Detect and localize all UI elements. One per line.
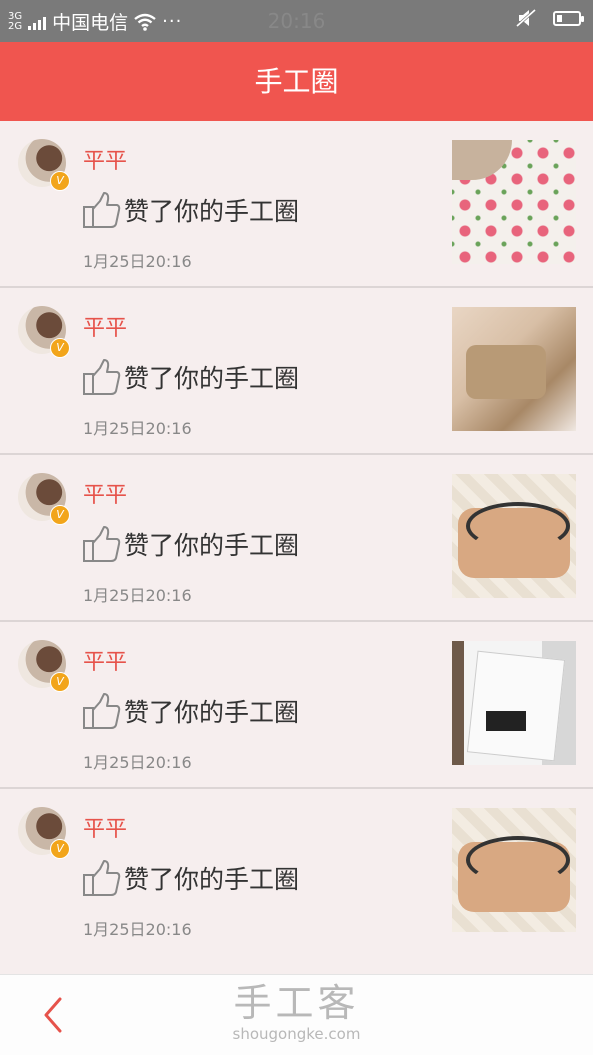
status-bar: 3G 2G 中国电信 ··· 20:16 [0, 0, 593, 42]
notification-list[interactable]: V 平平 赞了你的手工圈 1月25日20:16 V 平平 赞了你的手工圈 1月2… [0, 121, 593, 956]
thumbs-up-icon [83, 860, 121, 896]
action-label: 赞了你的手工圈 [124, 197, 300, 226]
action-text: 赞了你的手工圈 [82, 859, 299, 897]
verified-badge: V [50, 338, 70, 358]
action-label: 赞了你的手工圈 [124, 531, 300, 560]
avatar[interactable]: V [18, 807, 70, 859]
timestamp: 1月25日20:16 [83, 252, 192, 271]
action-text: 赞了你的手工圈 [82, 358, 299, 396]
brand-name-cn: 手工客 [233, 981, 360, 1025]
brand-name-en: shougongke.com [232, 1025, 361, 1043]
username-link[interactable]: 平平 [83, 477, 127, 509]
bow-hairband-photo[interactable] [452, 474, 576, 598]
timestamp: 1月25日20:16 [83, 920, 192, 939]
username-link[interactable]: 平平 [83, 811, 127, 843]
avatar[interactable]: V [18, 640, 70, 692]
action-text: 赞了你的手工圈 [82, 525, 299, 563]
thumbs-up-icon [83, 693, 121, 729]
list-item[interactable]: V 平平 赞了你的手工圈 1月25日20:16 [0, 789, 593, 956]
mute-icon [516, 8, 536, 28]
avatar[interactable]: V [18, 306, 70, 358]
username-link[interactable]: 平平 [83, 644, 127, 676]
thumbs-up-icon [83, 526, 121, 562]
thumbs-up-icon [83, 192, 121, 228]
action-label: 赞了你的手工圈 [124, 698, 300, 727]
action-label: 赞了你的手工圈 [124, 865, 300, 894]
username-link[interactable]: 平平 [83, 310, 127, 342]
action-text: 赞了你的手工圈 [82, 191, 299, 229]
timestamp: 1月25日20:16 [83, 753, 192, 772]
verified-badge: V [50, 171, 70, 191]
bottom-bar: 手工客 shougongke.com [0, 974, 593, 1055]
list-item[interactable]: V 平平 赞了你的手工圈 1月25日20:16 [0, 622, 593, 789]
timestamp: 1月25日20:16 [83, 419, 192, 438]
verified-badge: V [50, 839, 70, 859]
timestamp: 1月25日20:16 [83, 586, 192, 605]
list-item[interactable]: V 平平 赞了你的手工圈 1月25日20:16 [0, 288, 593, 455]
page-title: 手工圈 [0, 42, 593, 121]
bow-hairband-photo[interactable] [452, 808, 576, 932]
thumbs-up-icon [83, 359, 121, 395]
status-time: 20:16 [267, 9, 326, 33]
verified-badge: V [50, 505, 70, 525]
battery-icon [553, 10, 584, 26]
action-label: 赞了你的手工圈 [124, 364, 300, 393]
paris-bag-photo[interactable] [452, 641, 576, 765]
list-item[interactable]: V 平平 赞了你的手工圈 1月25日20:16 [0, 455, 593, 622]
username-link[interactable]: 平平 [83, 143, 127, 175]
avatar[interactable]: V [18, 473, 70, 525]
brand-logo: 手工客 shougongke.com [0, 981, 593, 1043]
status-right [515, 8, 584, 28]
verified-badge: V [50, 672, 70, 692]
fabric-pouch-photo[interactable] [452, 307, 576, 431]
avatar[interactable]: V [18, 139, 70, 191]
strawberry-fabric-photo[interactable] [452, 140, 576, 264]
action-text: 赞了你的手工圈 [82, 692, 299, 730]
list-item[interactable]: V 平平 赞了你的手工圈 1月25日20:16 [0, 121, 593, 288]
